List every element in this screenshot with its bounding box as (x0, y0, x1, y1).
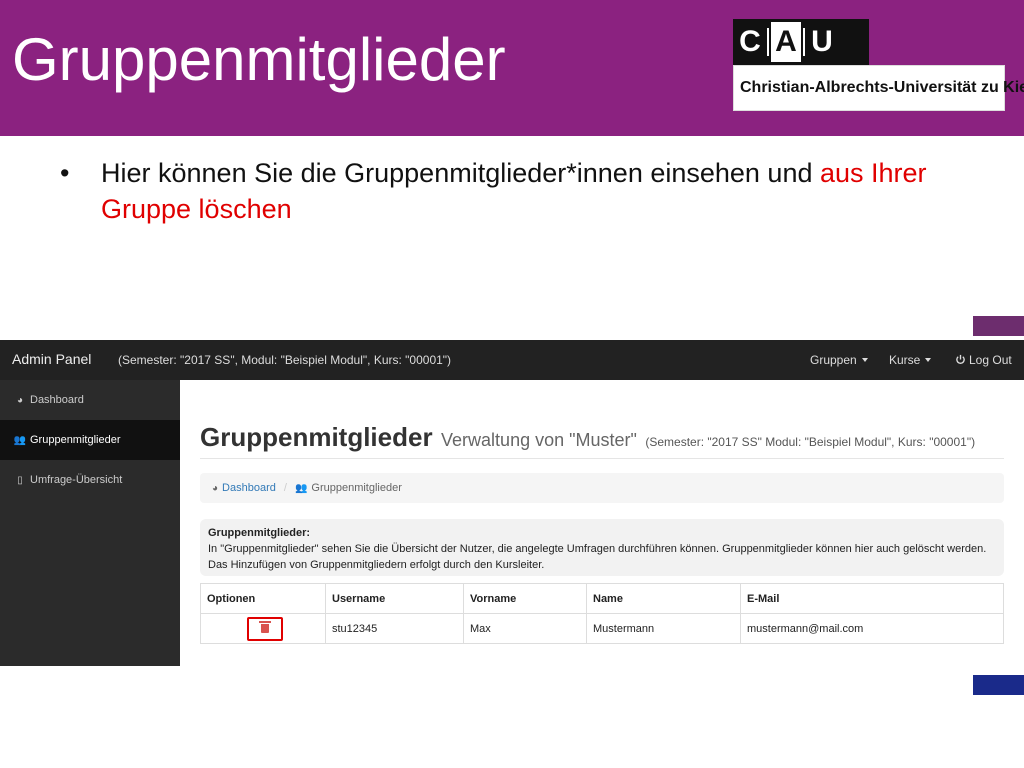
bullet-text: Hier können Sie die Gruppenmitglieder*in… (101, 158, 820, 188)
sidebar-item-umfrage-uebersicht[interactable]: ▯ Umfrage-Übersicht (0, 460, 180, 500)
university-logo: C A U Christian-Albrechts-Universität zu… (733, 19, 1024, 111)
admin-panel-screenshot: Admin Panel (Semester: "2017 SS", Modul:… (0, 340, 1024, 666)
decorative-tab-purple (973, 316, 1024, 336)
members-table: Optionen Username Vorname Name E-Mail st… (200, 583, 1004, 644)
logo-letter-a: A (771, 22, 801, 62)
navbar-context: (Semester: "2017 SS", Modul: "Beispiel M… (118, 353, 452, 367)
main-content: Gruppenmitglieder Verwaltung von "Muster… (180, 380, 1024, 666)
brand-link[interactable]: Admin Panel (12, 351, 91, 367)
info-text: In "Gruppenmitglieder" sehen Sie die Übe… (208, 543, 987, 571)
logo-letters: C A U (733, 19, 869, 65)
column-header-last-name: Name (586, 583, 741, 614)
page-subtitle: Verwaltung von "Muster" (441, 430, 637, 450)
logo-letter-u: U (811, 25, 833, 58)
logo-letter-c: C (739, 25, 761, 58)
caret-down-icon (861, 358, 868, 362)
decorative-tab-blue (973, 675, 1024, 695)
cell-email: mustermann@mail.com (740, 613, 1004, 644)
top-navbar: Admin Panel (Semester: "2017 SS", Modul:… (0, 340, 1024, 380)
slide-header: Gruppenmitglieder C A U Christian-Albrec… (0, 0, 1024, 136)
info-box: Gruppenmitglieder: In "Gruppenmitglieder… (200, 519, 1004, 576)
dashboard-icon: ◕ (212, 482, 219, 494)
delete-member-button[interactable] (247, 616, 283, 641)
column-header-username: Username (325, 583, 464, 614)
dashboard-icon: ◕ (16, 394, 24, 406)
power-icon (956, 354, 965, 364)
breadcrumb: ◕ Dashboard / 👥 Gruppenmitglieder (200, 473, 1004, 503)
page-title: Gruppenmitglieder (200, 422, 433, 452)
cell-username: stu12345 (325, 613, 464, 644)
column-header-email: E-Mail (740, 583, 1004, 614)
bullet-dot-icon: • (60, 158, 70, 188)
breadcrumb-dashboard-link[interactable]: Dashboard (222, 482, 276, 494)
column-header-options: Optionen (200, 583, 326, 614)
divider (200, 458, 1004, 459)
caret-down-icon (925, 358, 932, 362)
sidebar: ◕ Dashboard 👥 Gruppenmitglieder ▯ Umfrag… (0, 380, 180, 666)
table-header-row: Optionen Username Vorname Name E-Mail (200, 583, 1004, 614)
page-heading: Gruppenmitglieder Verwaltung von "Muster… (200, 422, 975, 453)
info-title: Gruppenmitglieder: (208, 527, 311, 539)
slide-title: Gruppenmitglieder (12, 26, 506, 93)
options-cell (200, 613, 326, 644)
cell-first-name: Max (463, 613, 587, 644)
page-context: (Semester: "2017 SS" Modul: "Beispiel Mo… (645, 435, 976, 449)
logo-university-name: Christian-Albrechts-Universität zu Kiel (733, 65, 1024, 111)
cell-last-name: Mustermann (586, 613, 741, 644)
trash-icon (259, 621, 271, 633)
breadcrumb-current: Gruppenmitglieder (311, 482, 402, 494)
table-row: stu12345 Max Mustermann mustermann@mail.… (200, 613, 1004, 644)
logout-link[interactable]: Log Out (955, 353, 1012, 367)
column-header-first-name: Vorname (463, 583, 587, 614)
nav-courses-dropdown[interactable]: Kurse (889, 353, 932, 367)
nav-groups-dropdown[interactable]: Gruppen (810, 353, 868, 367)
users-icon: 👥 (13, 434, 27, 446)
sidebar-item-dashboard[interactable]: ◕ Dashboard (0, 380, 180, 420)
users-icon: 👥 (294, 482, 308, 494)
sidebar-item-gruppenmitglieder[interactable]: 👥 Gruppenmitglieder (0, 420, 180, 460)
file-icon: ▯ (17, 474, 23, 486)
